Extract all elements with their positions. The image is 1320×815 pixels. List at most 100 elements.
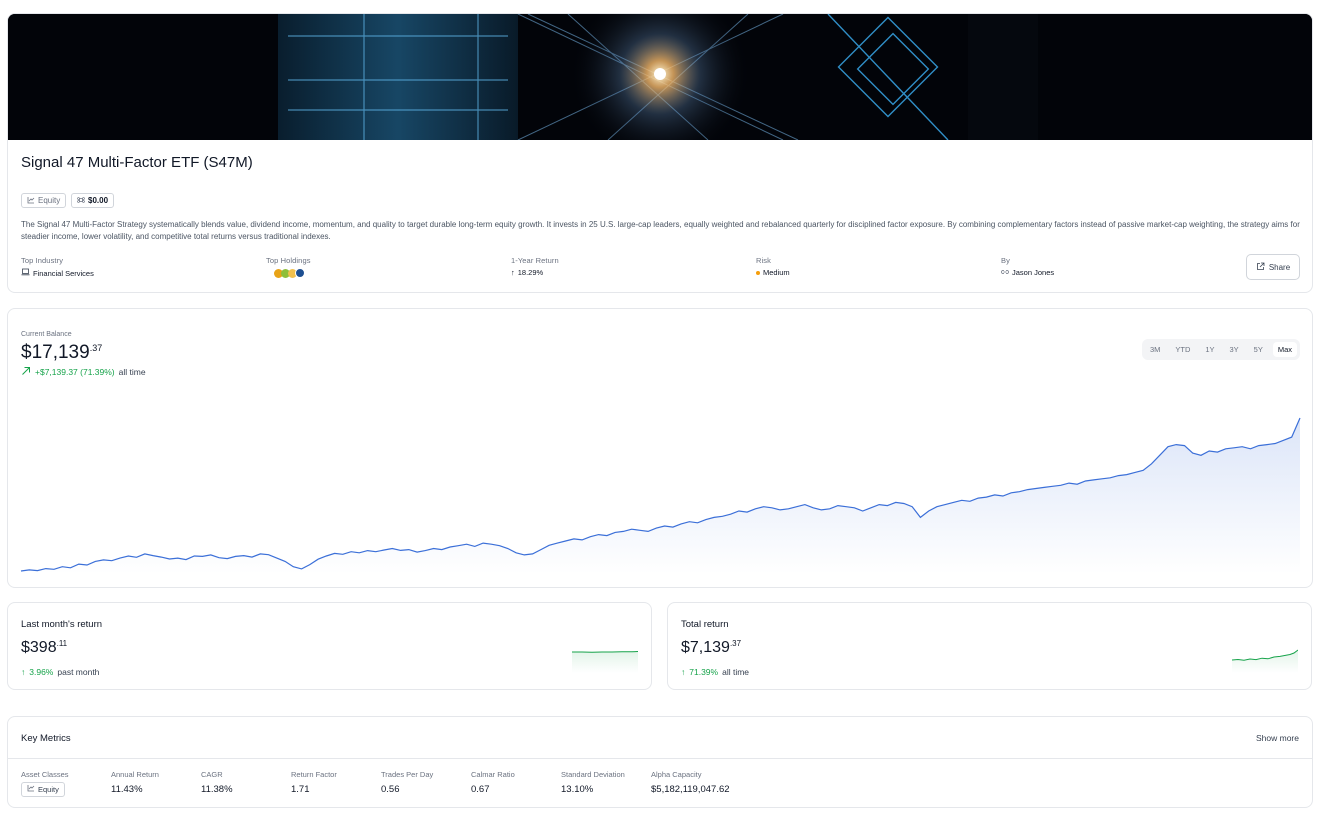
holdings-logos <box>266 268 311 278</box>
stat-label: Risk <box>756 256 771 265</box>
range-tab-1y[interactable]: 1Y <box>1200 342 1219 357</box>
current-balance-value: $17,139.37 <box>21 342 102 364</box>
stat-top-industry: Top Industry Financial Services <box>21 256 94 278</box>
fund-description: The Signal 47 Multi-Factor Strategy syst… <box>21 220 1300 241</box>
balance-area-chart[interactable] <box>8 309 1313 588</box>
total-return-change-suffix: all time <box>722 667 750 677</box>
total-return-sparkline <box>1232 649 1298 673</box>
stat-label: By <box>1001 256 1010 265</box>
total-return-title: Total return <box>681 619 729 630</box>
share-button-label: Share <box>1268 262 1291 272</box>
key-metrics-title: Key Metrics <box>21 733 71 744</box>
metric-label: Annual Return <box>111 770 159 779</box>
stat-label: Top Industry <box>21 256 64 265</box>
arrow-up-icon: ↑ <box>21 667 26 677</box>
metric-value: $5,182,119,047.62 <box>651 784 730 795</box>
range-tab-max[interactable]: Max <box>1272 342 1297 357</box>
metric-trades-per-day: Trades Per Day 0.56 <box>381 770 433 795</box>
metric-value: 11.38% <box>201 784 233 795</box>
fund-title: Signal 47 Multi-Factor ETF (S47M) <box>21 154 253 171</box>
stat-risk: Risk Medium <box>756 256 790 277</box>
metric-value: 0.67 <box>471 784 490 795</box>
metric-label: Return Factor <box>291 770 337 779</box>
risk-dot-icon <box>756 270 760 275</box>
range-tabs: 3M YTD 1Y 3Y 5Y Max <box>1142 339 1300 360</box>
stat-value: 18.29% <box>517 268 544 277</box>
metric-label: Alpha Capacity <box>651 770 702 779</box>
total-return-cents: .37 <box>729 639 742 648</box>
metric-label: CAGR <box>201 770 223 779</box>
total-return-whole: $7,139 <box>681 639 730 656</box>
stat-value: Medium <box>763 268 790 277</box>
asset-class-chip-label: Equity <box>38 784 59 794</box>
total-return-card: Total return $7,139.37 ↑ 71.39% all time <box>667 602 1312 690</box>
last-month-value: $398.11 <box>21 639 67 657</box>
chart-area-fill <box>21 418 1300 574</box>
asset-class-chip-label: Equity <box>38 196 61 205</box>
metric-label: Trades Per Day <box>381 770 434 779</box>
metric-value: 1.71 <box>291 784 310 795</box>
range-tab-5y[interactable]: 5Y <box>1249 342 1268 357</box>
stat-author: By Jason Jones <box>1001 256 1054 277</box>
last-month-change: ↑ 3.96% past month <box>21 667 99 677</box>
share-button[interactable]: Share <box>1246 254 1300 280</box>
arrow-up-icon: ↑ <box>681 667 686 677</box>
asset-class-chip: Equity <box>21 193 67 208</box>
last-month-change-suffix: past month <box>57 667 100 677</box>
last-month-return-card: Last month's return $398.11 ↑ 3.96% past… <box>7 602 652 690</box>
metric-value: 0.56 <box>381 784 400 795</box>
external-link-icon <box>1256 262 1265 273</box>
link-icon <box>1001 268 1009 277</box>
last-month-whole: $398 <box>21 639 57 656</box>
stat-label: 1-Year Return <box>511 256 559 265</box>
metric-label: Calmar Ratio <box>471 770 515 779</box>
holding-logo-icon[interactable] <box>295 268 305 278</box>
stat-value-row: Jason Jones <box>1001 268 1054 277</box>
chart-line-icon <box>27 784 35 794</box>
balance-cents: .37 <box>89 343 103 353</box>
key-metrics-card: Key Metrics Show more Asset Classes Equi… <box>7 716 1313 808</box>
metric-value: 11.43% <box>111 784 143 795</box>
author-link[interactable]: Jason Jones <box>1012 268 1054 277</box>
stat-value: Financial Services <box>33 268 94 278</box>
metric-return-factor: Return Factor 1.71 <box>291 770 337 795</box>
current-balance-label: Current Balance <box>21 331 72 338</box>
balance-change-suffix: all time <box>118 367 146 377</box>
command-icon <box>77 196 85 206</box>
range-tab-ytd[interactable]: YTD <box>1170 342 1195 357</box>
stat-top-holdings: Top Holdings <box>266 256 311 278</box>
metric-alpha-capacity: Alpha Capacity $5,182,119,047.62 <box>651 770 730 795</box>
stat-one-year-return: 1-Year Return ↑ 18.29% <box>511 256 559 277</box>
total-return-change: ↑ 71.39% all time <box>681 667 749 677</box>
last-month-sparkline <box>572 651 638 673</box>
trend-up-icon <box>21 366 31 378</box>
arrow-up-icon: ↑ <box>511 268 515 277</box>
metric-asset-classes: Asset Classes Equity <box>21 770 69 797</box>
show-more-button[interactable]: Show more <box>1256 733 1299 743</box>
metric-label: Standard Deviation <box>561 770 625 779</box>
stat-value-row: Medium <box>756 268 790 277</box>
balance-change: +$7,139.37 (71.39%) all time <box>21 366 146 378</box>
range-tab-3y[interactable]: 3Y <box>1225 342 1244 357</box>
price-chip: $0.00 <box>71 193 115 208</box>
fund-banner-image <box>8 14 1312 164</box>
metric-value: 13.10% <box>561 784 594 795</box>
price-chip-label: $0.00 <box>88 196 109 205</box>
total-return-value: $7,139.37 <box>681 639 741 657</box>
laptop-icon <box>21 268 30 278</box>
fund-overview-card: Signal 47 Multi-Factor ETF (S47M) Equity… <box>7 13 1313 293</box>
metric-label: Asset Classes <box>21 770 69 779</box>
stat-value-row: Financial Services <box>21 268 94 278</box>
balance-change-value: +$7,139.37 (71.39%) <box>35 367 115 377</box>
stat-label: Top Holdings <box>266 256 311 265</box>
metric-annual-return: Annual Return 11.43% <box>111 770 159 795</box>
metric-cagr: CAGR 11.38% <box>201 770 233 795</box>
total-return-change-value: 71.39% <box>689 667 719 677</box>
balance-chart-card: Current Balance $17,139.37 +$7,139.37 (7… <box>7 308 1313 588</box>
range-tab-3m[interactable]: 3M <box>1145 342 1165 357</box>
last-month-cents: .11 <box>56 639 68 648</box>
last-month-title: Last month's return <box>21 619 103 630</box>
balance-whole: $17,139 <box>21 342 90 363</box>
asset-class-chip: Equity <box>21 781 65 797</box>
chart-line-icon <box>27 196 35 206</box>
